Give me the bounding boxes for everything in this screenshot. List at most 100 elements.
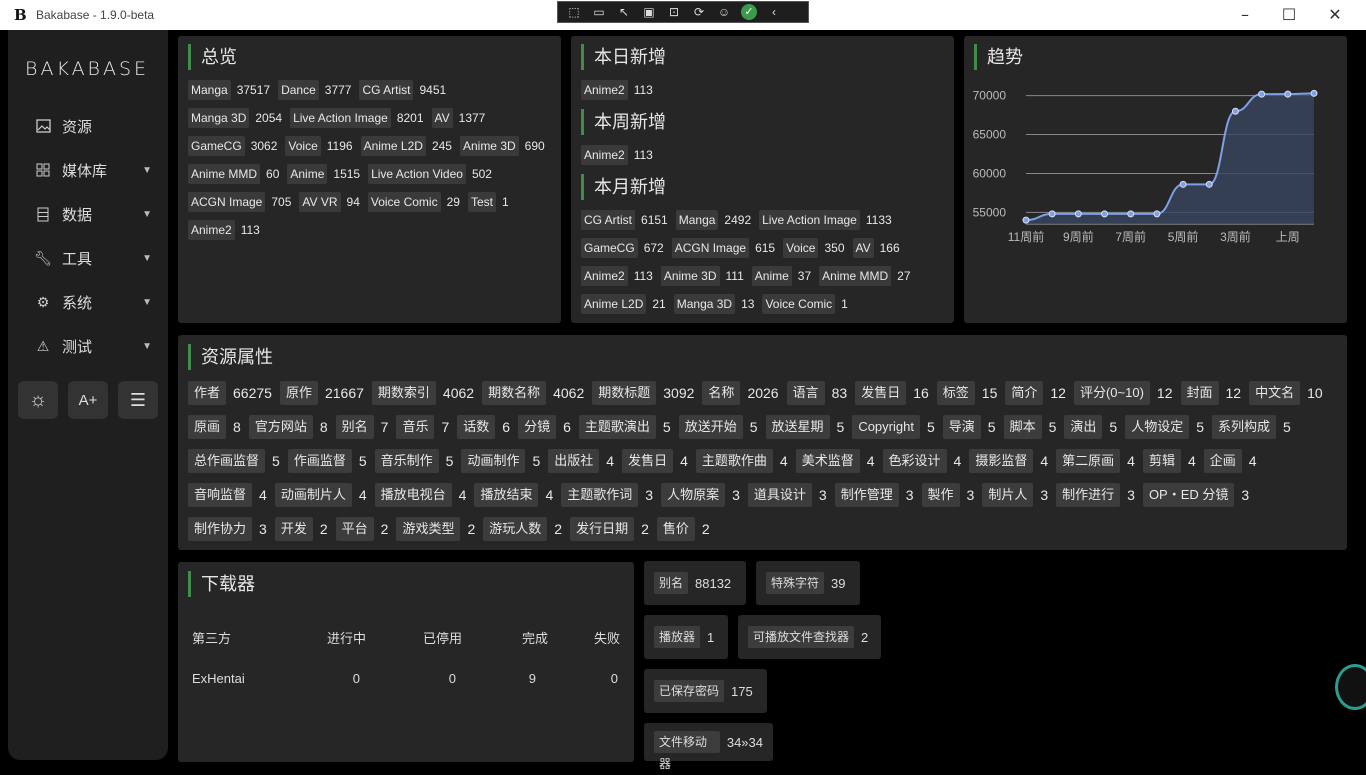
scrollbar[interactable] — [1352, 30, 1366, 760]
tag-chip[interactable]: 评分(0~10) 12 — [1073, 381, 1173, 405]
tag-chip[interactable]: Manga 2492 — [675, 210, 751, 230]
video-icon[interactable]: ▭ — [591, 5, 607, 19]
floating-action-button[interactable] — [1335, 664, 1366, 710]
data-point[interactable] — [1074, 210, 1082, 218]
tag-chip[interactable]: 期数标题 3092 — [592, 381, 694, 405]
tag-chip[interactable]: Anime L2D 245 — [360, 136, 452, 156]
special-chars-counter[interactable]: 特殊字符 39 — [756, 561, 860, 605]
data-point[interactable] — [1205, 180, 1213, 188]
sidebar-item-resources[interactable]: 资源 — [34, 112, 152, 140]
tag-chip[interactable]: 作者 66275 — [188, 381, 272, 405]
tag-chip[interactable]: 道具设计 3 — [747, 483, 827, 507]
sidebar-item-tools[interactable]: 🔧︎ 工具 ▼ — [34, 244, 152, 272]
tag-chip[interactable]: AV VR 94 — [299, 192, 360, 212]
tag-chip[interactable]: Manga 3D 2054 — [188, 108, 282, 128]
tag-chip[interactable]: 作画监督 5 — [287, 449, 367, 473]
sidebar-item-media-library[interactable]: 媒体库 ▼ — [34, 156, 152, 184]
tag-chip[interactable]: Voice 1196 — [285, 136, 353, 156]
tag-chip[interactable]: 中文名 10 — [1249, 381, 1323, 405]
tag-chip[interactable]: 摄影监督 4 — [969, 449, 1048, 473]
tag-chip[interactable]: 封面 12 — [1180, 381, 1241, 405]
tag-chip[interactable]: Dance 3777 — [278, 80, 351, 100]
minimize-button[interactable]: – — [1230, 5, 1260, 24]
language-button[interactable]: A+ — [68, 381, 108, 419]
tag-chip[interactable]: 制作进行 3 — [1056, 483, 1135, 507]
tag-chip[interactable]: 系列构成 5 — [1212, 415, 1291, 439]
tag-chip[interactable]: Anime L2D 21 — [581, 294, 666, 314]
tag-chip[interactable]: Anime 3D 111 — [660, 266, 744, 286]
tag-chip[interactable]: 播放电视台 4 — [374, 483, 466, 507]
tag-chip[interactable]: 人物原案 3 — [661, 483, 740, 507]
tag-chip[interactable]: GameCG 672 — [581, 238, 664, 258]
tag-chip[interactable]: 平台 2 — [335, 517, 388, 541]
tag-chip[interactable]: ACGN Image 705 — [188, 192, 291, 212]
tag-chip[interactable]: Anime 1515 — [287, 164, 360, 184]
tag-chip[interactable]: 期数索引 4062 — [371, 381, 474, 405]
data-point[interactable] — [1231, 107, 1239, 115]
tag-chip[interactable]: 音响监督 4 — [188, 483, 267, 507]
tag-chip[interactable]: 音乐制作 5 — [374, 449, 453, 473]
data-point[interactable] — [1179, 180, 1187, 188]
sidebar-item-system[interactable]: ⚙ 系统 ▼ — [34, 288, 152, 316]
tag-chip[interactable]: 制作协力 3 — [188, 517, 267, 541]
tag-chip[interactable]: 开发 2 — [274, 517, 328, 541]
tag-chip[interactable]: 发售日 4 — [622, 449, 688, 473]
data-point[interactable] — [1153, 210, 1161, 218]
inspect-icon[interactable]: ⊡ — [666, 5, 682, 19]
tag-chip[interactable]: 制片人 3 — [982, 483, 1048, 507]
tag-chip[interactable]: Live Action Image 1133 — [759, 210, 892, 230]
tag-chip[interactable]: 分镜 6 — [518, 415, 571, 439]
tag-chip[interactable]: 出版社 4 — [548, 449, 614, 473]
tag-chip[interactable]: 主题歌演出 5 — [578, 415, 671, 439]
tag-chip[interactable]: 演出 5 — [1064, 415, 1117, 439]
tag-chip[interactable]: 动画制作 5 — [461, 449, 540, 473]
tag-chip[interactable]: 游玩人数 2 — [483, 517, 562, 541]
data-point[interactable] — [1101, 210, 1109, 218]
tag-chip[interactable]: 製作 3 — [921, 483, 974, 507]
tag-chip[interactable]: Anime2 113 — [581, 80, 653, 100]
tag-chip[interactable]: 简介 12 — [1005, 381, 1066, 405]
tag-chip[interactable]: AV 1377 — [431, 108, 485, 128]
collapse-chevron-icon[interactable]: ‹ — [766, 5, 782, 19]
tag-chip[interactable]: 话数 6 — [457, 415, 510, 439]
select-element-icon[interactable]: ⬚ — [566, 5, 582, 19]
sidebar-item-test[interactable]: ⚠ 测试 ▼ — [34, 332, 152, 360]
tag-chip[interactable]: Anime2 113 — [581, 145, 653, 165]
pointer-icon[interactable]: ↖ — [616, 5, 632, 19]
tag-chip[interactable]: 企画 4 — [1203, 449, 1257, 473]
tag-chip[interactable]: CG Artist 6151 — [581, 210, 668, 230]
tag-chip[interactable]: 售价 2 — [656, 517, 710, 541]
tag-chip[interactable]: 名称 2026 — [702, 381, 779, 405]
saved-passwords-counter[interactable]: 已保存密码 175 — [644, 669, 767, 713]
tag-chip[interactable]: 标签 15 — [936, 381, 997, 405]
theme-toggle-button[interactable]: ☼ — [18, 381, 58, 419]
close-button[interactable]: ✕ — [1320, 5, 1350, 24]
data-point[interactable] — [1048, 210, 1056, 218]
tag-chip[interactable]: 第二原画 4 — [1056, 449, 1135, 473]
tag-chip[interactable]: 发售日 16 — [855, 381, 929, 405]
playable-finder-counter[interactable]: 可播放文件查找器 2 — [738, 615, 881, 659]
tag-chip[interactable]: 主题歌作曲 4 — [695, 449, 788, 473]
alias-counter[interactable]: 别名 88132 — [644, 561, 746, 605]
frame-icon[interactable]: ▣ — [641, 5, 657, 19]
tag-chip[interactable]: 放送星期 5 — [765, 415, 844, 439]
tag-chip[interactable]: Voice 350 — [783, 238, 845, 258]
tag-chip[interactable]: GameCG 3062 — [188, 136, 277, 156]
tag-chip[interactable]: Anime 37 — [751, 266, 811, 286]
data-point[interactable] — [1127, 210, 1135, 218]
tag-chip[interactable]: 音乐 7 — [396, 415, 449, 439]
tag-chip[interactable]: 总作画监督 5 — [188, 449, 280, 473]
tag-chip[interactable]: Anime 3D 690 — [459, 136, 545, 156]
tag-chip[interactable]: 别名 7 — [335, 415, 388, 439]
data-point[interactable] — [1022, 216, 1030, 224]
file-mover-counter[interactable]: 文件移动器 34»34 — [644, 723, 773, 771]
tag-chip[interactable]: AV 166 — [852, 238, 900, 258]
tag-chip[interactable]: 人物设定 5 — [1125, 415, 1204, 439]
tag-chip[interactable]: Anime2 113 — [581, 266, 653, 286]
tag-chip[interactable]: Copyright 5 — [852, 415, 935, 439]
tag-chip[interactable]: 游戏类型 2 — [396, 517, 475, 541]
tag-chip[interactable]: 放送开始 5 — [678, 415, 758, 439]
tag-chip[interactable]: 美术监督 4 — [795, 449, 875, 473]
tag-chip[interactable]: 官方网站 8 — [248, 415, 328, 439]
tag-chip[interactable]: 剪辑 4 — [1142, 449, 1196, 473]
